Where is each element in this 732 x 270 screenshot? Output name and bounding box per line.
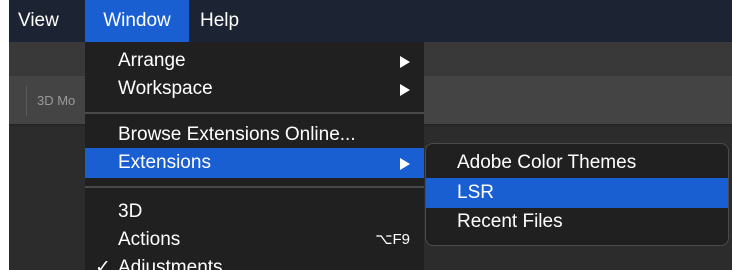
shortcut-label: ⌥F9 — [375, 231, 410, 248]
menu-item-label: Adjustments — [118, 257, 223, 270]
photoshop-window: View Window Help 3D Mo Arrange Workspace… — [9, 0, 732, 270]
checkmark-icon: ✓ — [95, 257, 111, 270]
menu-item-label: Extensions — [118, 152, 211, 173]
submenu-item-label: Adobe Color Themes — [457, 152, 637, 173]
submenu-item-label: Recent Files — [457, 211, 563, 232]
submenu-arrow-icon — [400, 158, 410, 170]
menu-item-adjustments[interactable]: ✓ Adjustments — [85, 253, 424, 270]
submenu-item-lsr[interactable]: LSR — [426, 178, 728, 208]
submenu-item-label: LSR — [457, 182, 494, 203]
menu-view[interactable]: View — [9, 0, 79, 42]
menu-window[interactable]: Window — [85, 0, 189, 42]
menu-item-label: Browse Extensions Online... — [118, 124, 356, 145]
menu-help[interactable]: Help — [200, 0, 260, 42]
menu-item-extensions[interactable]: Extensions — [85, 148, 424, 178]
menu-separator — [85, 186, 424, 188]
menu-item-workspace[interactable]: Workspace — [85, 74, 424, 104]
submenu-arrow-icon — [400, 56, 410, 68]
submenu-item-recent-files[interactable]: Recent Files — [426, 207, 728, 237]
menu-separator — [85, 112, 424, 114]
extensions-submenu: Adobe Color Themes LSR Recent Files — [425, 143, 729, 246]
menu-bar: View Window Help — [9, 0, 732, 42]
menu-item-label: Arrange — [118, 50, 186, 71]
menu-item-arrange[interactable]: Arrange — [85, 46, 424, 76]
menu-item-3d[interactable]: 3D — [85, 197, 424, 227]
menu-item-actions[interactable]: Actions ⌥F9 — [85, 225, 424, 255]
menu-item-label: Actions — [118, 229, 181, 250]
submenu-arrow-icon — [400, 84, 410, 96]
menu-item-label: 3D — [118, 201, 143, 222]
menu-item-browse-extensions-online[interactable]: Browse Extensions Online... — [85, 120, 424, 150]
menu-item-label: Workspace — [118, 78, 213, 99]
window-menu-dropdown: Arrange Workspace Browse Extensions Onli… — [85, 42, 424, 270]
submenu-item-adobe-color-themes[interactable]: Adobe Color Themes — [426, 148, 728, 178]
